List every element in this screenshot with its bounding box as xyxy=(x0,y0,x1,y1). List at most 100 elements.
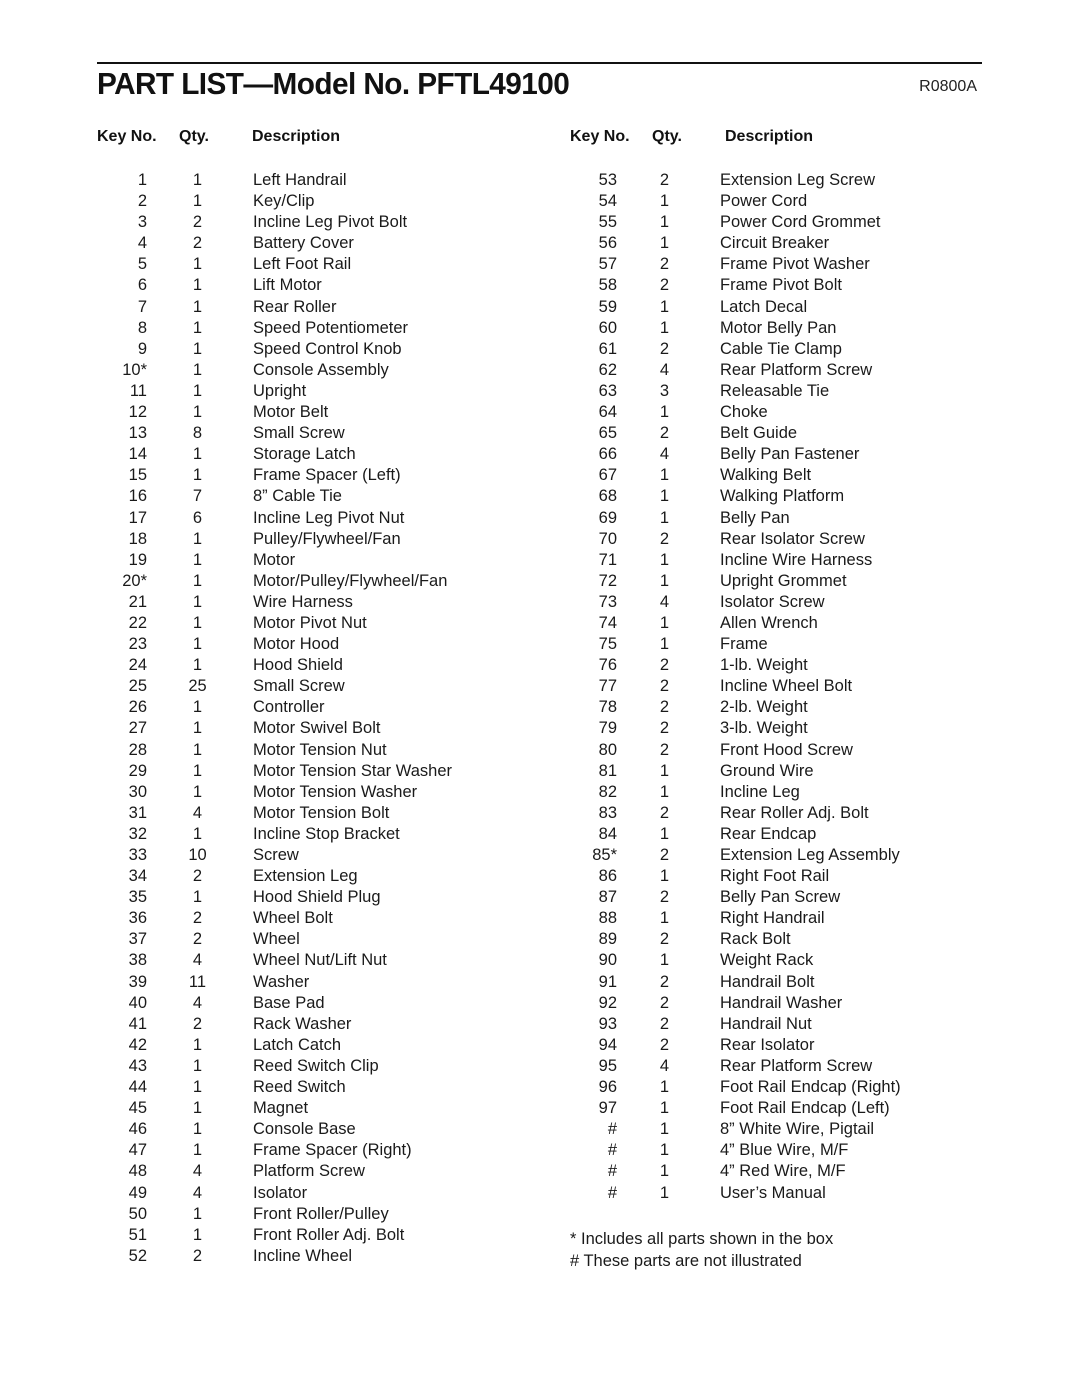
description: Foot Rail Endcap (Right) xyxy=(720,1078,901,1097)
key-no: 81 xyxy=(598,761,617,780)
description: Rack Washer xyxy=(253,1014,352,1033)
qty: 1 xyxy=(192,403,203,422)
description: Motor Tension Bolt xyxy=(253,803,390,822)
table-row: #1 4” Blue Wire, M/F xyxy=(570,1140,901,1161)
description: Walking Platform xyxy=(720,487,845,506)
table-row: 85* 2 Extension Leg Assembly xyxy=(570,845,901,866)
description: Platform Screw xyxy=(253,1162,365,1181)
qty: 1 xyxy=(659,508,670,527)
table-row: 39 11 Washer xyxy=(97,972,452,993)
key-no: # xyxy=(607,1120,617,1139)
description: Incline Stop Bracket xyxy=(253,824,400,843)
table-row: #1 8” White Wire, Pigtail xyxy=(570,1119,901,1140)
key-no: 32 xyxy=(128,824,147,843)
qty: 1 xyxy=(192,360,203,379)
qty: 2 xyxy=(659,930,670,949)
description: Handrail Washer xyxy=(720,993,843,1012)
description: Right Foot Rail xyxy=(720,867,830,886)
table-row: 24 1 Hood Shield xyxy=(97,655,452,676)
description: Incline Leg Pivot Nut xyxy=(253,508,405,527)
qty: 2 xyxy=(192,1014,203,1033)
key-no: 7 xyxy=(137,297,147,316)
table-row: 43 1 Reed Switch Clip xyxy=(97,1056,452,1077)
key-no: 12 xyxy=(128,403,147,422)
table-row: 69 1 Belly Pan xyxy=(570,508,901,529)
description-header: Description xyxy=(725,128,814,145)
qty: 1 xyxy=(192,171,203,189)
key-no: 73 xyxy=(598,592,617,611)
key-no: 50 xyxy=(128,1204,147,1223)
qty: 1 xyxy=(192,466,203,485)
description: Incline Leg Pivot Bolt xyxy=(253,213,408,232)
qty: 1 xyxy=(192,698,203,717)
key-no-header: Key No. xyxy=(570,128,630,145)
qty: 2 xyxy=(659,656,670,675)
footnote-hash: # These parts are not illustrated xyxy=(570,1252,802,1270)
key-no: 89 xyxy=(598,930,617,949)
table-row: 26 1 Controller xyxy=(97,697,452,718)
table-row: 17 6 Incline Leg Pivot Nut xyxy=(97,508,452,529)
description: Incline Wheel Bolt xyxy=(720,677,853,696)
qty: 1 xyxy=(659,403,670,422)
key-no: 19 xyxy=(128,550,147,569)
description: Front Roller/Pulley xyxy=(253,1204,389,1223)
key-no: 13 xyxy=(128,424,147,443)
description: Power Cord xyxy=(720,192,808,211)
table-row: 51 1 Front Roller Adj. Bolt xyxy=(97,1225,452,1246)
qty: 1 xyxy=(659,297,670,316)
parts-table-right: Key No. Qty. Description 53 2 Extension Le… xyxy=(570,128,901,1204)
description: Rear Endcap xyxy=(720,824,817,843)
key-no: 16 xyxy=(128,487,147,506)
qty: 2 xyxy=(659,846,670,864)
table-row: 88 1 Right Handrail xyxy=(570,908,901,929)
table-row: #1 4” Red Wire, M/F xyxy=(570,1161,901,1182)
key-no: 75 xyxy=(598,635,617,654)
table-row: 78 2 2-lb. Weight xyxy=(570,697,901,718)
table-row: 38 4 Wheel Nut/Lift Nut xyxy=(97,950,452,971)
key-no: 2 xyxy=(137,192,147,211)
qty: 2 xyxy=(659,698,670,717)
key-no: 22 xyxy=(128,613,147,632)
key-no: 85* xyxy=(592,846,617,864)
description: Incline Wire Harness xyxy=(720,550,873,569)
description: Console Assembly xyxy=(253,360,389,379)
qty: 11 xyxy=(188,972,207,991)
qty: 1 xyxy=(659,1183,670,1202)
key-no: 65 xyxy=(598,424,617,443)
table-row: 75 1 Frame xyxy=(570,634,901,655)
title-rule xyxy=(97,62,982,64)
qty: 2 xyxy=(659,993,670,1012)
qty: 1 xyxy=(659,1141,670,1160)
table-row: 4 2 Battery Cover xyxy=(97,233,452,254)
table-row: 65 2 Belt Guide xyxy=(570,423,901,444)
key-no: 97 xyxy=(598,1099,617,1118)
qty: 1 xyxy=(659,1078,670,1097)
key-no: 57 xyxy=(598,255,617,274)
key-no: 18 xyxy=(128,529,147,548)
key-no: 72 xyxy=(598,571,617,590)
key-no: 52 xyxy=(128,1246,147,1265)
key-no: 25 xyxy=(128,677,147,696)
description: Motor Tension Nut xyxy=(253,740,387,759)
key-no: 80 xyxy=(598,740,617,759)
key-no: 53 xyxy=(598,171,617,189)
table-row: 14 1 Storage Latch xyxy=(97,444,452,465)
description: Key/Clip xyxy=(253,192,315,211)
key-no: 17 xyxy=(128,508,147,527)
key-no: 82 xyxy=(598,782,617,801)
description: Motor Tension Washer xyxy=(253,782,418,801)
qty: 1 xyxy=(659,761,670,780)
description: Ground Wire xyxy=(720,761,814,780)
table-row: 8 1 Speed Potentiometer xyxy=(97,318,452,339)
key-no: 4 xyxy=(137,234,147,253)
qty-header: Qty. xyxy=(652,128,682,145)
table-row: 29 1 Motor Tension Star Washer xyxy=(97,761,452,782)
qty: 1 xyxy=(192,276,203,295)
description: Wire Harness xyxy=(253,592,353,611)
qty: 1 xyxy=(659,318,670,337)
qty: 1 xyxy=(192,782,203,801)
table-row: 5 1 Left Foot Rail xyxy=(97,254,452,275)
key-no: 78 xyxy=(598,698,617,717)
key-no: 41 xyxy=(128,1014,147,1033)
key-no: 8 xyxy=(137,318,147,337)
